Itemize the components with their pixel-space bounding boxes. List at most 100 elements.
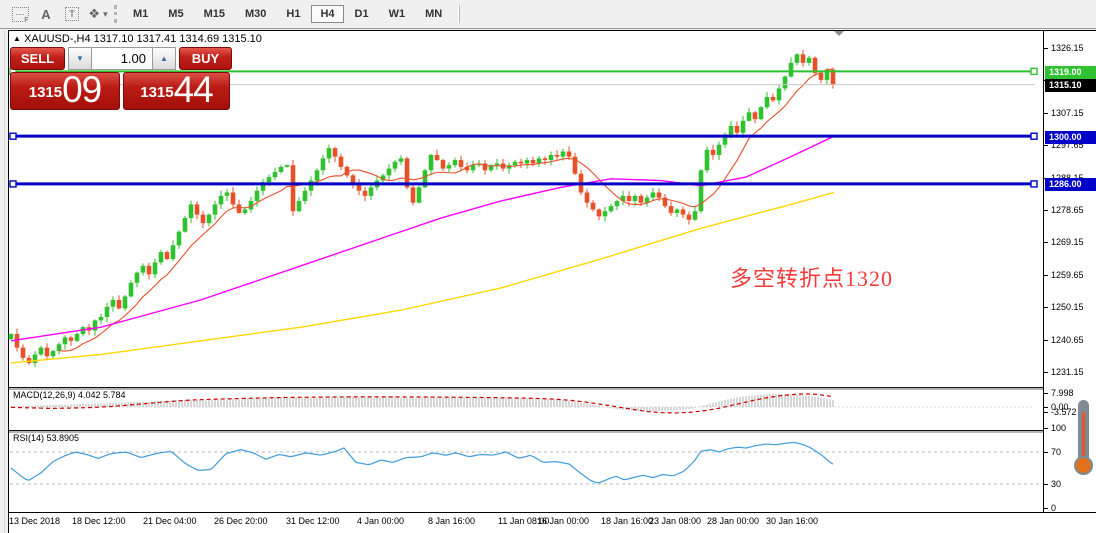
- indicator-diamond-icon[interactable]: ❖ ▾: [86, 3, 110, 25]
- text-t-icon: T: [65, 7, 79, 21]
- rsi-scale-label: 30: [1051, 479, 1062, 489]
- price-tick-label: 1326.15: [1051, 43, 1084, 53]
- cursor-a-icon[interactable]: A: [34, 3, 58, 25]
- price-tick-label: 1240.65: [1051, 334, 1084, 345]
- chart-shift-marker: [834, 31, 844, 36]
- ohlc-high: 1317.41: [136, 33, 177, 45]
- moving-averages-group: [10, 68, 835, 364]
- price-tick-mark: [1044, 145, 1048, 147]
- buy-button[interactable]: BUY: [179, 47, 232, 70]
- tab-h1[interactable]: H1: [277, 5, 309, 23]
- diamond-glyph: ❖: [88, 6, 101, 21]
- volume-input[interactable]: [92, 47, 152, 70]
- thermometer-bulb: [1074, 456, 1093, 475]
- new-chart-f-icon[interactable]: ⋯ F: [8, 3, 32, 25]
- text-label-icon[interactable]: T: [60, 3, 84, 25]
- time-axis-label: 18 Jan 16:00: [601, 516, 654, 526]
- symbol-label: XAUUSD-,H4: [23, 33, 91, 45]
- time-axis-label: 16 Jan 00:00: [537, 516, 590, 526]
- time-axis-label: 28 Jan 00:00: [707, 516, 760, 526]
- toolbar-drag-handle[interactable]: [114, 5, 117, 23]
- price-level-badge: 1319.00: [1045, 65, 1096, 79]
- toolbar-separator: [458, 5, 461, 23]
- rsi-scale-label: 70: [1051, 447, 1062, 457]
- time-axis[interactable]: 13 Dec 2018 18 Dec 12:00 21 Dec 04:00 26 De…: [9, 512, 1096, 533]
- time-axis-label: 21 Dec 04:00: [143, 516, 197, 526]
- ohlc-low: 1314.69: [179, 33, 220, 45]
- volume-decrease-button[interactable]: ▼: [68, 47, 92, 70]
- tab-h4-active[interactable]: H4: [311, 5, 344, 23]
- price-tick-mark: [1044, 274, 1048, 276]
- rsi-scale-label: 0: [1051, 503, 1057, 513]
- ask-price-box[interactable]: 1315 44: [123, 69, 230, 110]
- price-tick-label: 1269.15: [1051, 237, 1084, 248]
- bid-price-prefix: 1315: [28, 84, 63, 101]
- time-axis-label: 26 Dec 20:00: [214, 516, 268, 526]
- macd-tick-mark: [1044, 393, 1048, 394]
- tab-w1[interactable]: W1: [380, 5, 415, 23]
- rsi-tick-mark: [1044, 508, 1048, 509]
- tab-m1[interactable]: M1: [124, 5, 157, 23]
- time-axis-label: 13 Dec 2018: [9, 516, 61, 526]
- one-click-trading-panel: SELL ▼ ▲ BUY 131509 131544: [10, 47, 232, 110]
- thermometer-fill: [1082, 412, 1085, 460]
- price-tick-mark: [1044, 307, 1048, 309]
- price-tick-mark: [1044, 372, 1048, 373]
- left-dock-edge: [4, 30, 5, 533]
- thermometer-icon: [1073, 400, 1093, 484]
- sell-button[interactable]: SELL: [10, 47, 65, 70]
- tab-m5[interactable]: M5: [159, 5, 192, 23]
- ohlc-open: 1317.10: [93, 33, 134, 45]
- price-tick-label: 1259.65: [1051, 269, 1084, 280]
- rsi-tick-mark: [1044, 452, 1048, 453]
- rsi-line: [10, 441, 834, 484]
- bid-price-big: 09: [62, 69, 102, 110]
- price-tick-mark: [1044, 112, 1048, 114]
- price-tick-label: 1231.15: [1051, 367, 1084, 377]
- price-tick-label: 1307.15: [1051, 107, 1084, 118]
- macd-indicator-canvas[interactable]: [10, 390, 1043, 430]
- macd-histogram-group: [10, 394, 834, 412]
- macd-label: MACD(12,26,9) 4.042 5.784: [13, 390, 126, 400]
- price-tick-label: 1278.65: [1051, 205, 1084, 215]
- chart-ohlc-header: ▲ XAUUSD-,H4 1317.10 1317.41 1314.69 131…: [13, 33, 262, 45]
- time-axis-label: 18 Dec 12:00: [72, 516, 126, 526]
- mt4-terminal: { "toolbar": { "icons": ["new-chart-f-ic…: [0, 0, 1096, 533]
- time-axis-label: 4 Jan 00:00: [357, 516, 405, 526]
- chart-annotation-text: 多空转折点1320: [730, 266, 894, 291]
- rsi-scale-label: 100: [1051, 423, 1067, 433]
- rsi-tick-mark: [1044, 484, 1048, 485]
- rsi-label: RSI(14) 53.8905: [13, 433, 80, 443]
- price-tick-label: 1250.15: [1051, 302, 1084, 313]
- macd-tick-mark: [1044, 411, 1048, 413]
- macd-scale-label: 7.998: [1051, 388, 1074, 398]
- symbol-triangle-icon: ▲: [13, 34, 21, 43]
- rsi-indicator-canvas[interactable]: [10, 433, 1043, 512]
- tab-d1[interactable]: D1: [346, 5, 378, 23]
- bid-ask-row: 1315 09 1315 44: [10, 69, 232, 110]
- ask-price-big: 44: [173, 69, 214, 110]
- time-axis-label: 23 Jan 08:00: [649, 516, 702, 526]
- chevron-down-icon: ▾: [103, 8, 108, 19]
- top-toolbar: ⋯ F A T ❖ ▾ M1 M5 M15 M30 H1 H4 D1 W1 MN: [0, 0, 1096, 29]
- rsi-tick-mark: [1044, 428, 1048, 429]
- price-tick-mark: [1044, 210, 1048, 211]
- ask-price-prefix: 1315: [140, 84, 174, 101]
- tab-m15[interactable]: M15: [195, 5, 234, 23]
- price-level-badge: 1315.10: [1045, 79, 1096, 93]
- volume-increase-button[interactable]: ▲: [152, 47, 176, 70]
- price-tick-mark: [1044, 339, 1048, 341]
- price-tick-mark: [1044, 48, 1048, 49]
- tab-m30[interactable]: M30: [236, 5, 275, 23]
- time-axis-label: 8 Jan 16:00: [428, 516, 476, 526]
- price-level-badge: 1300.00: [1045, 130, 1096, 144]
- bid-price-box[interactable]: 1315 09: [10, 69, 120, 110]
- time-axis-label: 30 Jan 16:00: [766, 516, 819, 526]
- price-level-badge: 1286.00: [1045, 178, 1096, 192]
- ohlc-close: 1315.10: [222, 33, 262, 45]
- time-axis-label: 31 Dec 12:00: [286, 516, 340, 526]
- dotted-grid-icon: ⋯ F: [11, 6, 29, 24]
- tab-mn[interactable]: MN: [416, 5, 451, 23]
- price-tick-mark: [1044, 242, 1048, 244]
- trade-buttons-row: SELL ▼ ▲ BUY: [10, 47, 232, 70]
